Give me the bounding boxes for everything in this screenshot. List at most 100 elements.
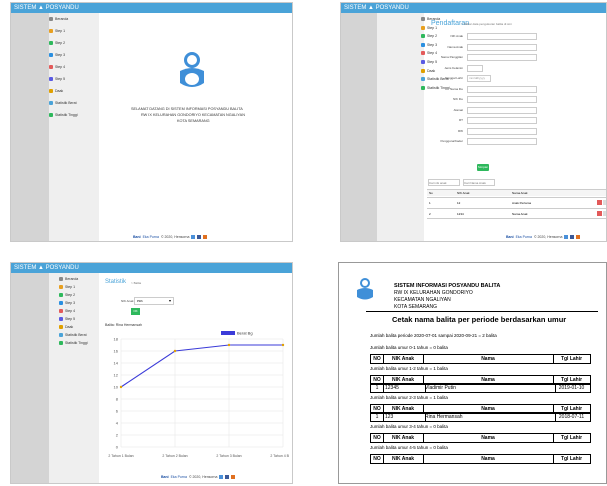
form-field[interactable] <box>467 96 537 103</box>
sidebar-item[interactable]: Step 2 <box>49 41 65 45</box>
sidebar-item[interactable]: Statistik Tinggi <box>59 341 88 345</box>
field-label: RW <box>458 128 463 133</box>
doc-title: Cetak nama balita per periode berdasarka… <box>392 315 567 324</box>
select-label: NIK Anak <box>121 299 134 303</box>
ok-button[interactable]: OK <box>131 308 140 315</box>
menu-icon <box>49 65 53 69</box>
form-field[interactable] <box>467 33 537 40</box>
sidebar-item[interactable]: Statistik Berat <box>59 333 87 337</box>
footer-copyright: © 2020, Hensorna <box>533 235 563 239</box>
menu-icon <box>59 301 63 305</box>
footer-brand2[interactable]: Eka Purna <box>516 235 532 239</box>
sidebar-item-label: Step 4 <box>55 65 66 69</box>
form-subtitle: > Daftar data pengukuran balita di sini <box>461 22 512 26</box>
sidebar-item[interactable]: Step 3 <box>59 301 75 305</box>
footer-brand2[interactable]: Eka Purna <box>143 235 159 239</box>
footer-brand2[interactable]: Eka Purna <box>171 475 187 479</box>
chevron-down-icon: ▾ <box>168 298 171 303</box>
doc-table-row: 1 123 Rina Hermansah 2018-07-11 <box>370 412 591 422</box>
age-group-label: Jumlah balita umur 4-5 tahun = 0 balita <box>370 445 448 450</box>
x-tick-label: 2 Tahun 4 Bulan <box>270 454 289 458</box>
facebook-icon[interactable] <box>197 235 202 239</box>
sidebar-item-label: Step 5 <box>55 77 66 81</box>
sidebar-item[interactable]: Step 5 <box>59 317 75 321</box>
delete-button[interactable] <box>603 200 606 205</box>
menu-icon <box>49 53 53 57</box>
menu-icon <box>421 68 425 73</box>
sidebar-item[interactable]: Daak <box>49 89 63 93</box>
doc-cell: 2019-01-10 <box>558 385 585 391</box>
sidebar-item[interactable]: Daak <box>59 325 73 329</box>
sidebar-item[interactable]: Step 5 <box>49 77 65 81</box>
age-group-label: Jumlah balita umur 3-4 tahun = 0 balita <box>370 424 448 429</box>
doc-table-header: NO NIK Anak Nama Tgl Lahir <box>370 454 591 464</box>
legend-swatch <box>221 331 235 335</box>
field-label: Nama Ibu <box>449 86 463 91</box>
sidebar-item[interactable]: Step 1 <box>49 29 65 33</box>
nik-select[interactable]: Pilih ▾ <box>134 297 174 305</box>
sidebar-item[interactable]: Step 5 <box>421 60 437 64</box>
social-icon[interactable] <box>191 235 196 239</box>
instagram-icon[interactable] <box>576 235 581 239</box>
doc-header-line2: RW IX KELURAHAN GONDORIYO <box>394 290 473 296</box>
sidebar-item[interactable]: Step 2 <box>59 293 75 297</box>
delete-button[interactable] <box>603 211 606 216</box>
facebook-icon[interactable] <box>225 475 230 479</box>
instagram-icon[interactable] <box>203 235 208 239</box>
sidebar-item[interactable]: Beranda <box>49 17 68 21</box>
form-field[interactable] <box>467 43 537 51</box>
doc-cell: 123 <box>383 413 426 421</box>
row-no: 2 <box>429 212 431 216</box>
form-field[interactable] <box>467 64 483 72</box>
sidebar-item[interactable]: Step 1 <box>59 285 75 289</box>
form-field[interactable] <box>467 106 537 114</box>
doc-cell: Rina Hermansah <box>423 413 556 421</box>
doc-cell: 12345 <box>383 384 426 392</box>
sidebar-item[interactable]: Statistik Berat <box>49 101 77 105</box>
submit-button[interactable]: Simpan <box>477 164 489 171</box>
footer: Bani Eka Purna © 2020, Hensorna <box>133 235 208 239</box>
menu-icon <box>49 101 53 105</box>
table-row: 2 1234 Nama Anak <box>427 208 606 219</box>
instagram-icon[interactable] <box>231 475 236 479</box>
field-label: NIK Anak <box>450 34 463 38</box>
menu-icon <box>49 17 53 21</box>
sidebar-item-label: Daak <box>65 325 74 329</box>
sidebar <box>341 13 424 241</box>
facebook-icon[interactable] <box>570 235 575 239</box>
sidebar-item[interactable]: Beranda <box>59 277 78 281</box>
sidebar-item-label: Step 2 <box>65 293 76 297</box>
form-field[interactable] <box>467 85 537 93</box>
menu-icon <box>59 285 63 289</box>
form-field[interactable] <box>467 127 537 135</box>
edit-button[interactable] <box>597 200 602 205</box>
sidebar-item[interactable]: Statistik Tinggi <box>49 113 78 117</box>
form-field[interactable]: mm/dd/yyyy <box>467 75 491 82</box>
doc-header-line4: KOTA SEMARANG <box>394 304 437 310</box>
sidebar-item[interactable]: Step 4 <box>49 65 65 69</box>
sidebar-item[interactable]: Step 4 <box>59 309 75 313</box>
app-header: SISTEM ▲ POSYANDU <box>11 3 292 13</box>
social-icon[interactable] <box>219 475 224 479</box>
search-nik-input[interactable] <box>428 179 460 186</box>
search-name-input[interactable] <box>463 179 495 186</box>
sidebar-item[interactable]: Step 3 <box>49 53 65 57</box>
form-field[interactable] <box>467 138 537 145</box>
footer: Bani Eka Purna © 2020, Hensorna <box>506 235 581 239</box>
menu-icon <box>421 42 425 47</box>
form-field[interactable] <box>467 54 537 61</box>
form-field[interactable] <box>467 117 537 124</box>
menu-icon <box>49 77 53 81</box>
screenshot-welcome: SISTEM ▲ POSYANDU Beranda Step 1 Step 2 Ste… <box>10 2 293 242</box>
footer: Bani Eka Purna © 2020, Hensorna <box>161 475 236 479</box>
field-label: Tanggal Lahir <box>444 76 463 80</box>
social-icon[interactable] <box>564 235 569 239</box>
doc-cell: Tgl Lahir <box>560 456 583 462</box>
welcome-line2: RW IX KELURAHAN GONDORIYO KECAMATAN NGAL… <box>141 113 245 117</box>
edit-button[interactable] <box>597 211 602 216</box>
y-tick-label: 6 <box>116 409 119 414</box>
menu-icon <box>421 60 425 64</box>
field-label: NIK Ibu <box>452 97 463 101</box>
y-tick-label: 16 <box>114 349 119 354</box>
doc-period: Jumlah balita periode 2020-07-01 sampai … <box>370 333 497 338</box>
